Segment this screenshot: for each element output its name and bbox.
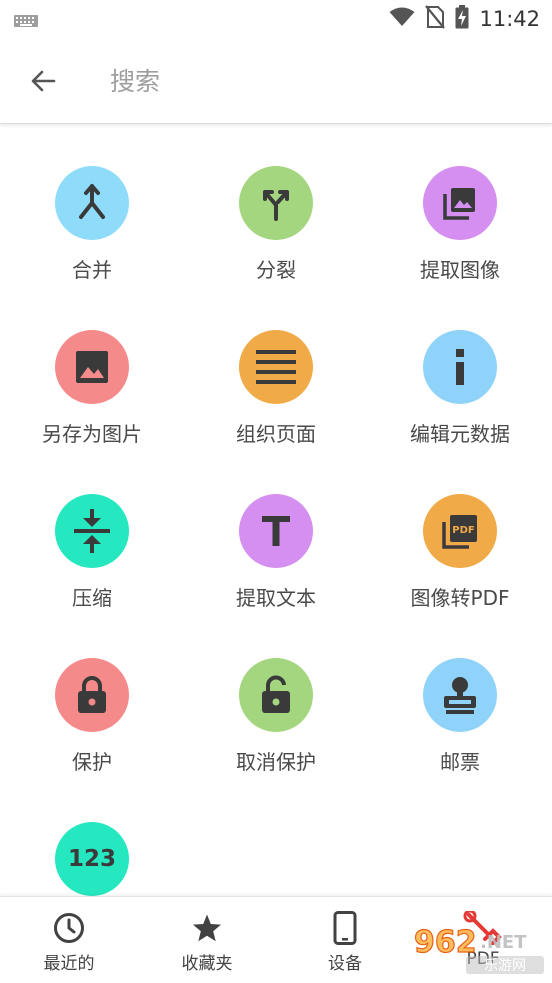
tool-unprotect[interactable]: 取消保护 [184, 658, 368, 808]
tool-label: 分裂 [256, 258, 296, 282]
text-icon [239, 494, 313, 568]
svg-text:962: 962 [414, 925, 477, 960]
svg-text:PDF: PDF [452, 525, 474, 536]
nav-label: 设备 [328, 954, 362, 974]
search-input[interactable] [110, 58, 510, 104]
image-to-pdf-icon: PDF [423, 494, 497, 568]
info-icon [423, 330, 497, 404]
split-icon [239, 166, 313, 240]
wifi-icon [389, 7, 415, 31]
page-numbers-icon-text: 123 [67, 846, 116, 872]
tool-label: 组织页面 [236, 422, 316, 446]
tool-split[interactable]: 分裂 [184, 166, 368, 316]
svg-text:乐游网: 乐游网 [484, 958, 526, 974]
no-sim-icon [425, 5, 446, 33]
compress-icon [55, 494, 129, 568]
tool-protect[interactable]: 保护 [0, 658, 184, 808]
star-icon [192, 911, 222, 945]
tool-stamp[interactable]: 邮票 [368, 658, 552, 808]
back-button[interactable] [20, 58, 66, 104]
tool-label: 压缩 [72, 586, 112, 610]
nav-device[interactable]: 设备 [276, 897, 414, 983]
tool-label: 图像转PDF [410, 586, 510, 610]
tool-page-numbers[interactable]: 123 [0, 822, 184, 896]
arrow-back-icon [31, 70, 56, 92]
tool-label: 邮票 [440, 750, 480, 774]
unlock-icon [239, 658, 313, 732]
extract-images-icon [423, 166, 497, 240]
tool-save-as-image[interactable]: 另存为图片 [0, 330, 184, 480]
battery-charging-icon [455, 5, 469, 33]
nav-label: 收藏夹 [181, 954, 233, 974]
tool-label: 合并 [72, 258, 112, 282]
clock-icon [53, 911, 85, 945]
nav-recent[interactable]: 最近的 [0, 897, 138, 983]
nav-favorites[interactable]: 收藏夹 [138, 897, 276, 983]
tool-extract-images[interactable]: 提取图像 [368, 166, 552, 316]
tool-label: 提取图像 [420, 258, 500, 282]
stamp-icon [423, 658, 497, 732]
svg-text:.NET: .NET [480, 932, 527, 953]
image-icon [55, 330, 129, 404]
tool-merge[interactable]: 合并 [0, 166, 184, 316]
tool-label: 取消保护 [236, 750, 316, 774]
tool-label: 保护 [72, 750, 112, 774]
tool-extract-text[interactable]: 提取文本 [184, 494, 368, 644]
organize-pages-icon [239, 330, 313, 404]
site-watermark: 962 .NET 乐游网 [406, 908, 546, 978]
clock-time: 11:42 [479, 7, 540, 31]
tool-organize-pages[interactable]: 组织页面 [184, 330, 368, 480]
keyboard-icon [14, 12, 38, 31]
nav-label: 最近的 [43, 954, 95, 974]
lock-icon [55, 658, 129, 732]
page-numbers-icon: 123 [55, 822, 129, 896]
tool-edit-metadata[interactable]: 编辑元数据 [368, 330, 552, 480]
merge-icon [55, 166, 129, 240]
tool-label: 另存为图片 [42, 422, 142, 446]
tool-label: 提取文本 [236, 586, 316, 610]
phone-icon [333, 911, 357, 945]
status-bar: 11:42 [0, 0, 552, 36]
app-bar [0, 36, 552, 124]
tool-label: 编辑元数据 [410, 422, 510, 446]
tool-compress[interactable]: 压缩 [0, 494, 184, 644]
tool-image-to-pdf[interactable]: PDF 图像转PDF [368, 494, 552, 644]
